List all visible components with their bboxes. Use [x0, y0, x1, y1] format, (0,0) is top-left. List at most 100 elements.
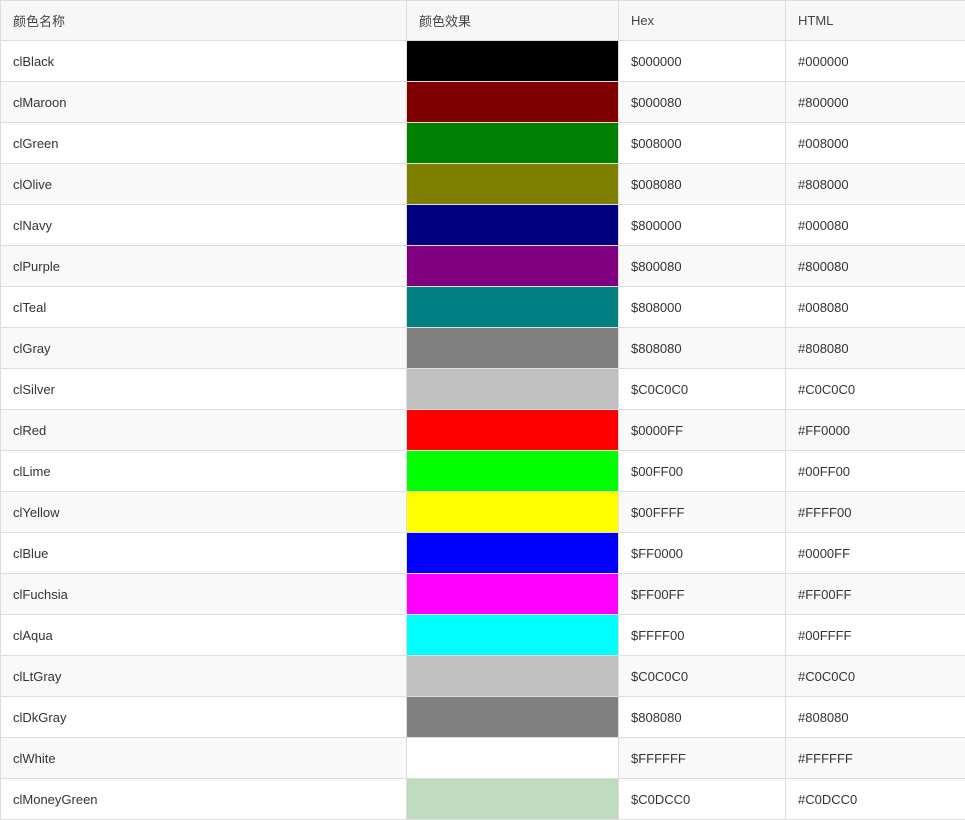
- color-swatch: [407, 779, 618, 819]
- hex-cell: $FFFF00: [619, 615, 786, 656]
- html-cell: #C0DCC0: [786, 779, 965, 820]
- table-row: clDkGray$808080#808080: [1, 697, 965, 738]
- hex-cell: $800080: [619, 246, 786, 287]
- color-swatch: [407, 287, 618, 327]
- color-swatch: [407, 369, 618, 409]
- table-row: clFuchsia$FF00FF#FF00FF: [1, 574, 965, 615]
- table-row: clGray$808080#808080: [1, 328, 965, 369]
- hex-cell: $C0DCC0: [619, 779, 786, 820]
- header-hex: Hex: [619, 1, 786, 41]
- hex-cell: $0000FF: [619, 410, 786, 451]
- table-row: clMaroon $000080#800000: [1, 82, 965, 123]
- color-swatch-cell: [407, 246, 619, 287]
- color-swatch: [407, 410, 618, 450]
- html-cell: #C0C0C0: [786, 369, 965, 410]
- color-name-cell: clFuchsia: [1, 574, 407, 615]
- table-row: clGreen $008000#008000: [1, 123, 965, 164]
- color-swatch: [407, 615, 618, 655]
- color-swatch-cell: [407, 369, 619, 410]
- color-swatch: [407, 451, 618, 491]
- color-swatch: [407, 738, 618, 778]
- color-name-cell: clGreen: [1, 123, 407, 164]
- color-swatch-cell: [407, 451, 619, 492]
- color-swatch: [407, 697, 618, 737]
- color-name-cell: clLime: [1, 451, 407, 492]
- html-cell: #0000FF: [786, 533, 965, 574]
- color-swatch-cell: [407, 656, 619, 697]
- table-row: clAqua $FFFF00#00FFFF: [1, 615, 965, 656]
- color-name-cell: clNavy: [1, 205, 407, 246]
- color-name-cell: clMoneyGreen: [1, 779, 407, 820]
- color-swatch-cell: [407, 205, 619, 246]
- table-row: clLime $00FF00#00FF00: [1, 451, 965, 492]
- html-cell: #FFFF00: [786, 492, 965, 533]
- hex-cell: $808000: [619, 287, 786, 328]
- color-name-cell: clMaroon: [1, 82, 407, 123]
- color-swatch: [407, 205, 618, 245]
- html-cell: #800080: [786, 246, 965, 287]
- hex-cell: $000000: [619, 41, 786, 82]
- color-table: 颜色名称 颜色效果 Hex HTML clBlack$000000#000000…: [0, 0, 965, 820]
- table-row: clRed$0000FF#FF0000: [1, 410, 965, 451]
- color-name-cell: clBlack: [1, 41, 407, 82]
- table-row: clOlive $008080#808000: [1, 164, 965, 205]
- table-row: clSilver$C0C0C0#C0C0C0: [1, 369, 965, 410]
- header-html: HTML: [786, 1, 965, 41]
- color-swatch-cell: [407, 82, 619, 123]
- color-swatch: [407, 164, 618, 204]
- color-name-cell: clTeal: [1, 287, 407, 328]
- table-header-row: 颜色名称 颜色效果 Hex HTML: [1, 1, 965, 41]
- color-swatch-cell: [407, 779, 619, 820]
- color-name-cell: clDkGray: [1, 697, 407, 738]
- hex-cell: $800000: [619, 205, 786, 246]
- color-swatch-cell: [407, 492, 619, 533]
- color-swatch: [407, 246, 618, 286]
- hex-cell: $808080: [619, 697, 786, 738]
- color-name-cell: clWhite: [1, 738, 407, 779]
- color-swatch: [407, 656, 618, 696]
- hex-cell: $000080: [619, 82, 786, 123]
- hex-cell: $C0C0C0: [619, 656, 786, 697]
- color-swatch-cell: [407, 164, 619, 205]
- hex-cell: $FFFFFF: [619, 738, 786, 779]
- color-name-cell: clAqua: [1, 615, 407, 656]
- table-row: clWhite$FFFFFF#FFFFFF: [1, 738, 965, 779]
- hex-cell: $00FFFF: [619, 492, 786, 533]
- color-swatch: [407, 533, 618, 573]
- html-cell: #00FFFF: [786, 615, 965, 656]
- color-swatch-cell: [407, 287, 619, 328]
- html-cell: #00FF00: [786, 451, 965, 492]
- hex-cell: $008080: [619, 164, 786, 205]
- color-swatch-cell: [407, 738, 619, 779]
- table-row: clTeal $808000#008080: [1, 287, 965, 328]
- color-swatch-cell: [407, 533, 619, 574]
- html-cell: #808000: [786, 164, 965, 205]
- hex-cell: $00FF00: [619, 451, 786, 492]
- color-swatch-cell: [407, 574, 619, 615]
- header-name: 颜色名称: [1, 1, 407, 41]
- html-cell: #008080: [786, 287, 965, 328]
- table-row: clNavy$800000#000080: [1, 205, 965, 246]
- color-swatch: [407, 328, 618, 368]
- color-swatch-cell: [407, 615, 619, 656]
- hex-cell: $008000: [619, 123, 786, 164]
- html-cell: #800000: [786, 82, 965, 123]
- header-swatch: 颜色效果: [407, 1, 619, 41]
- color-swatch: [407, 492, 618, 532]
- table-row: clPurple$800080#800080: [1, 246, 965, 287]
- hex-cell: $FF0000: [619, 533, 786, 574]
- color-swatch-cell: [407, 41, 619, 82]
- color-swatch: [407, 123, 618, 163]
- color-swatch: [407, 41, 618, 81]
- hex-cell: $C0C0C0: [619, 369, 786, 410]
- color-name-cell: clGray: [1, 328, 407, 369]
- hex-cell: $FF00FF: [619, 574, 786, 615]
- color-swatch-cell: [407, 697, 619, 738]
- color-name-cell: clLtGray: [1, 656, 407, 697]
- html-cell: #008000: [786, 123, 965, 164]
- color-name-cell: clYellow: [1, 492, 407, 533]
- table-row: clLtGray$C0C0C0#C0C0C0: [1, 656, 965, 697]
- color-swatch-cell: [407, 123, 619, 164]
- color-swatch-cell: [407, 328, 619, 369]
- color-name-cell: clOlive: [1, 164, 407, 205]
